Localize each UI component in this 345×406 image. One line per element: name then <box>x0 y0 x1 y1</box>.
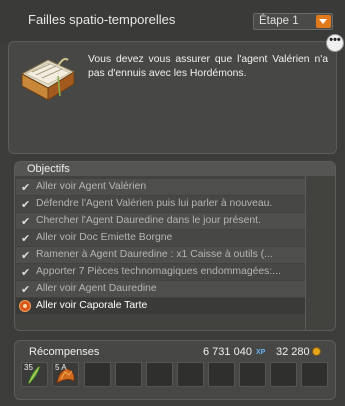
objective-label: Aller voir Agent Valérien <box>36 181 147 192</box>
objective-label: Aller voir Doc Emiette Borgne <box>36 232 173 243</box>
objective-row[interactable]: ✔ Aller voir Doc Emiette Borgne <box>16 230 305 246</box>
rewards-kamas: 32 280 <box>276 346 310 358</box>
objectives-divider <box>305 176 306 330</box>
objective-label: Apporter 7 Pièces technomagiques endomma… <box>36 266 281 277</box>
reward-slot[interactable]: 5 A <box>52 362 79 387</box>
checkmark-icon: ✔ <box>21 284 31 296</box>
objective-row[interactable]: ✔ Chercher l'Agent Dauredine dans le jou… <box>16 213 305 229</box>
reward-count: 5 A <box>55 363 67 372</box>
kamas-icon <box>312 347 321 356</box>
reward-slot-empty <box>177 362 204 387</box>
checkmark-icon: ✔ <box>21 182 31 194</box>
objective-row[interactable]: ✔ Apporter 7 Pièces technomagiques endom… <box>16 264 305 280</box>
objectives-header: Objectifs <box>15 162 335 176</box>
objective-label: Aller voir Caporale Tarte <box>36 300 148 311</box>
objective-row[interactable]: ✔ Ramener à Agent Dauredine : x1 Caisse … <box>16 247 305 263</box>
objective-row[interactable]: ✔ Défendre l'Agent Valérien puis lui par… <box>16 196 305 212</box>
quest-title: Failles spatio-temporelles <box>28 12 176 27</box>
checkmark-icon: ✔ <box>21 199 31 211</box>
rewards-title: Récompenses <box>29 346 100 358</box>
checkmark-icon: ✔ <box>21 216 31 228</box>
objective-label: Aller voir Agent Dauredine <box>36 283 157 294</box>
reward-slot-empty <box>270 362 297 387</box>
step-dropdown[interactable]: Étape 1 <box>253 13 333 30</box>
objective-label: Chercher l'Agent Dauredine dans le jour … <box>36 215 261 226</box>
checkmark-icon: ✔ <box>21 233 31 245</box>
reward-count: 35 <box>24 363 33 372</box>
objective-row[interactable]: ✔ Aller voir Agent Dauredine <box>16 281 305 297</box>
xp-icon: XP <box>256 349 266 356</box>
reward-slot-empty <box>301 362 328 387</box>
rewards-xp: 6 731 040 <box>203 346 252 358</box>
checkmark-icon: ✔ <box>21 250 31 262</box>
reward-slot-empty <box>208 362 235 387</box>
step-dropdown-value: Étape 1 <box>259 15 299 27</box>
objective-row-active[interactable]: Aller voir Caporale Tarte <box>16 298 305 314</box>
target-icon <box>19 300 31 312</box>
more-options-button[interactable]: ••• <box>326 34 344 52</box>
reward-slot-empty <box>239 362 266 387</box>
quest-description: Vous devez vous assurer que l'agent Valé… <box>88 54 328 79</box>
reward-slot-empty <box>84 362 111 387</box>
quest-book-icon <box>20 57 76 101</box>
chevron-down-icon[interactable] <box>316 15 331 28</box>
objective-label: Défendre l'Agent Valérien puis lui parle… <box>36 198 273 209</box>
objectives-title: Objectifs <box>27 163 70 175</box>
objective-label: Ramener à Agent Dauredine : x1 Caisse à … <box>36 249 273 260</box>
reward-slot-empty <box>146 362 173 387</box>
quest-header: Failles spatio-temporelles Étape 1 <box>0 0 345 42</box>
checkmark-icon: ✔ <box>21 267 31 279</box>
objective-row[interactable]: ✔ Aller voir Agent Valérien <box>16 179 305 195</box>
reward-slot-empty <box>115 362 142 387</box>
reward-slot[interactable]: 35 <box>21 362 48 387</box>
